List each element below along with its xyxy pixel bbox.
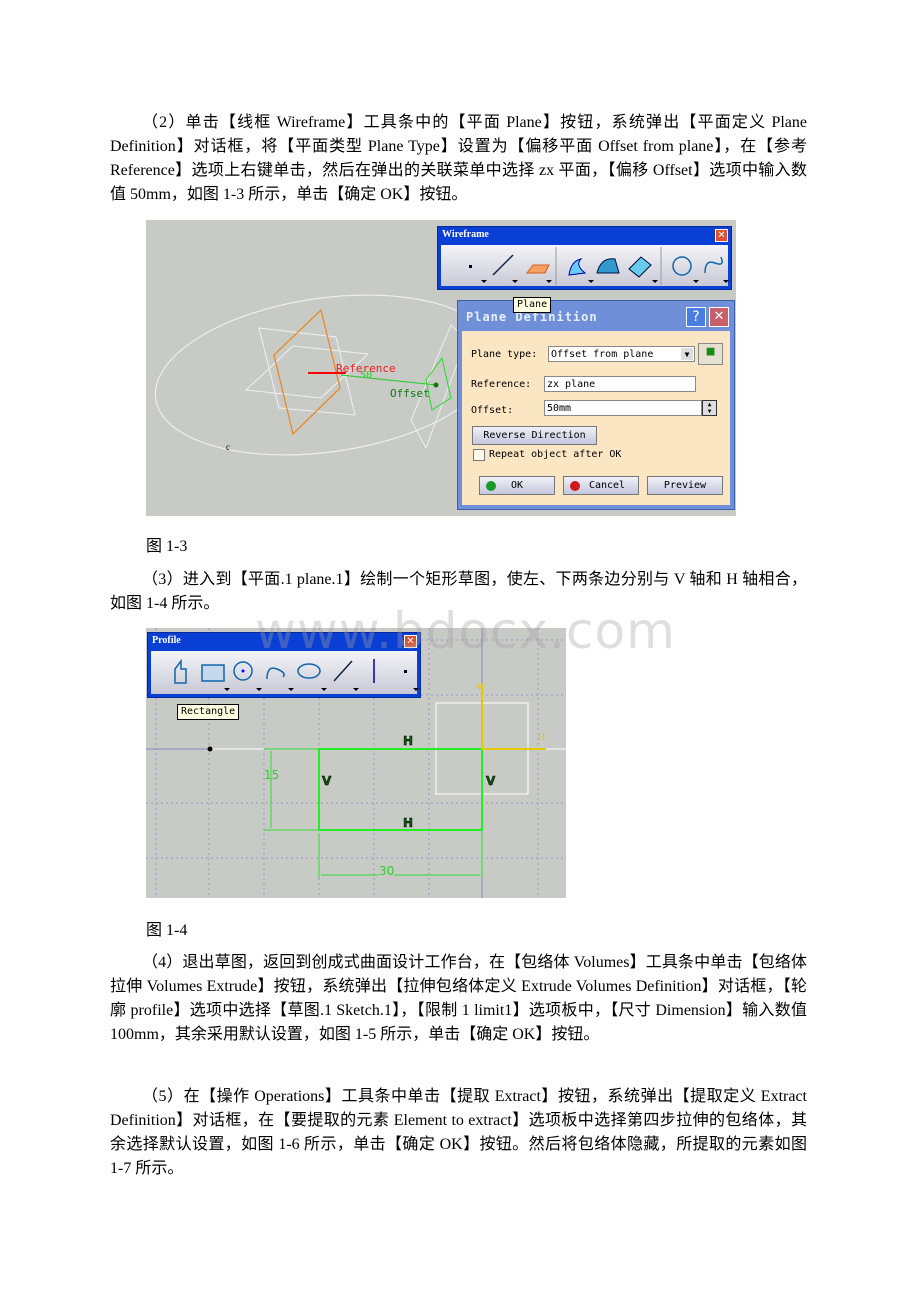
- offset-spinner[interactable]: ▲ ▼: [702, 400, 717, 416]
- figure-1-4: 15 30 H H V V V H Profile ✕ Rectangle: [146, 628, 566, 898]
- constraint-v-left: V: [322, 774, 332, 789]
- rectangle-icon[interactable]: [201, 664, 230, 691]
- constraint-v-right: V: [486, 774, 496, 789]
- ok-button[interactable]: OK: [479, 476, 555, 495]
- circle-icon[interactable]: [233, 661, 262, 691]
- green-dot-icon: [486, 481, 496, 491]
- point-icon[interactable]: [404, 670, 419, 691]
- line-icon[interactable]: [492, 254, 518, 283]
- rectangle-tooltip: Rectangle: [177, 704, 240, 720]
- paragraph-step-4: （4）退出草图，返回到创成式曲面设计工作台，在【包络体 Volumes】工具条中…: [110, 954, 807, 1043]
- ellipse-icon[interactable]: [297, 663, 327, 691]
- extrude-surface-icon[interactable]: [568, 258, 594, 283]
- h-axis-label: H: [538, 732, 546, 743]
- toolbar-title: Wireframe: [442, 229, 489, 240]
- chevron-down-icon: ▼: [681, 348, 693, 360]
- plane-icon[interactable]: [526, 264, 552, 283]
- sweep-surface-icon[interactable]: [596, 258, 620, 274]
- fill-surface-icon[interactable]: [628, 256, 658, 283]
- plane-type-label: Plane type:: [471, 349, 538, 360]
- repeat-label: Repeat object after OK: [489, 449, 622, 460]
- offset-field[interactable]: 50mm: [544, 400, 702, 416]
- caption-fig-1-4: 图 1-4: [146, 922, 188, 939]
- constraint-h-top: H: [403, 734, 414, 749]
- dimension-height: 15: [264, 768, 280, 782]
- profile-icon[interactable]: [174, 658, 187, 684]
- plane-tooltip: Plane: [513, 297, 552, 313]
- preview-button[interactable]: Preview: [647, 476, 723, 495]
- constraint-h-bottom: H: [403, 816, 414, 831]
- spline-icon[interactable]: [704, 256, 729, 283]
- offset-value-label: 50: [360, 370, 373, 381]
- close-icon[interactable]: ✕: [715, 229, 728, 242]
- reverse-direction-button[interactable]: Reverse Direction: [472, 426, 597, 445]
- help-button[interactable]: ?: [686, 307, 706, 327]
- spline-icon[interactable]: [266, 667, 294, 691]
- point-icon[interactable]: [469, 265, 487, 283]
- paragraph-step-3: （3）进入到【平面.1 plane.1】绘制一个矩形草图，使左、下两条边分别与 …: [110, 571, 807, 612]
- v-axis-label: V: [476, 682, 484, 693]
- red-dot-icon: [570, 481, 580, 491]
- cancel-button[interactable]: Cancel: [563, 476, 639, 495]
- plane-type-select[interactable]: Offset from plane ▼: [548, 346, 695, 362]
- offset-label: Offset: [390, 387, 430, 400]
- close-button[interactable]: ✕: [709, 307, 729, 327]
- plane-definition-dialog: Plane Definition ? ✕ Plane type: Offset …: [457, 300, 735, 510]
- offset-label: Offset:: [471, 405, 514, 416]
- close-icon[interactable]: ✕: [404, 635, 417, 648]
- wireframe-toolbar: Wireframe ✕: [437, 226, 732, 290]
- paragraph-step-2: （2）单击【线框 Wireframe】工具条中的【平面 Plane】按钮，系统弹…: [110, 114, 807, 203]
- figure-1-3: c Reference 50 Offset Wireframe ✕ Plane …: [146, 220, 736, 516]
- reference-label: Reference:: [471, 379, 532, 390]
- caption-fig-1-3: 图 1-3: [146, 538, 188, 555]
- line-icon[interactable]: [333, 660, 359, 691]
- lock-icon[interactable]: ■: [698, 343, 723, 365]
- paragraph-step-5: （5）在【操作 Operations】工具条中单击【提取 Extract】按钮，…: [110, 1088, 807, 1177]
- reference-field[interactable]: zx plane: [544, 376, 696, 392]
- circle-icon[interactable]: [672, 256, 699, 283]
- toolbar-title: Profile: [152, 635, 181, 646]
- svg-text:c: c: [226, 442, 230, 452]
- profile-toolbar: Profile ✕: [147, 632, 421, 698]
- dimension-width: 30: [379, 864, 395, 878]
- repeat-checkbox[interactable]: [473, 449, 485, 461]
